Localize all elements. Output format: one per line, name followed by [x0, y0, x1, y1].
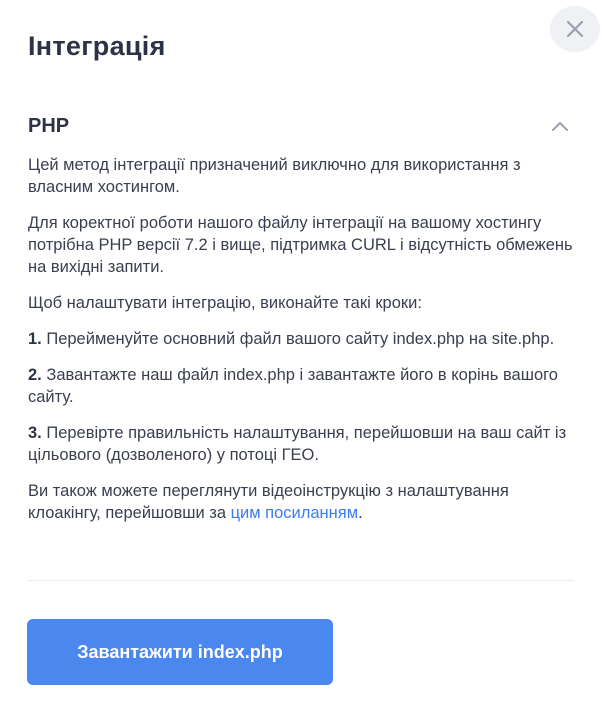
- integration-modal: Інтеграція PHP Цей метод інтеграції приз…: [0, 0, 602, 704]
- step-3-number: 3.: [28, 424, 42, 442]
- close-button[interactable]: [550, 6, 600, 52]
- step-2-number: 2.: [28, 366, 42, 384]
- step-1-number: 1.: [28, 330, 42, 348]
- download-button[interactable]: Завантажити index.php: [27, 619, 333, 685]
- step-1-text: Перейменуйте основний файл вашого сайту …: [41, 330, 555, 348]
- section-title: PHP: [28, 114, 70, 137]
- step-2-text: Завантажте наш файл index.php і завантаж…: [28, 366, 558, 406]
- intro-paragraph: Цей метод інтеграції призначений виключн…: [28, 156, 521, 196]
- video-instruction-link[interactable]: цим посиланням: [231, 504, 358, 522]
- divider: [28, 580, 574, 581]
- step-3: 3. Перевірте правильність налаштування, …: [28, 422, 576, 466]
- steps-intro: Щоб налаштувати інтеграцію, виконайте та…: [28, 294, 422, 312]
- php-section-header[interactable]: PHP: [28, 112, 574, 140]
- chevron-up-icon[interactable]: [546, 112, 574, 140]
- step-2: 2. Завантажте наш файл index.php і заван…: [28, 364, 576, 408]
- video-text-end: .: [358, 504, 363, 522]
- modal-title: Інтеграція: [28, 31, 166, 61]
- step-3-text: Перевірте правильність налаштування, пер…: [28, 424, 567, 464]
- section-content: Цей метод інтеграції призначений виключн…: [28, 154, 576, 538]
- step-1: 1. Перейменуйте основний файл вашого сай…: [28, 328, 576, 350]
- video-paragraph: Ви також можете переглянути відеоінструк…: [28, 480, 576, 524]
- close-icon: [566, 20, 584, 38]
- requirements-paragraph: Для коректної роботи нашого файлу інтегр…: [28, 214, 573, 276]
